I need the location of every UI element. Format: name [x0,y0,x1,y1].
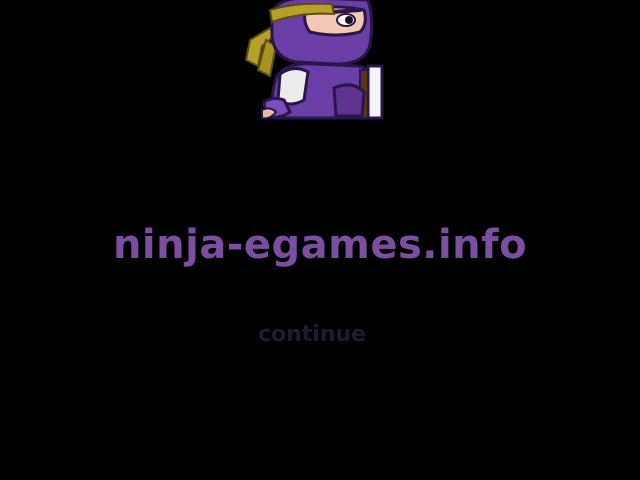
continue-button[interactable]: continue [250,318,374,352]
ninja-mascot-icon [244,0,384,120]
splash-screen: ninja-egames.info continue [0,0,640,480]
site-title: ninja-egames.info [112,222,528,268]
